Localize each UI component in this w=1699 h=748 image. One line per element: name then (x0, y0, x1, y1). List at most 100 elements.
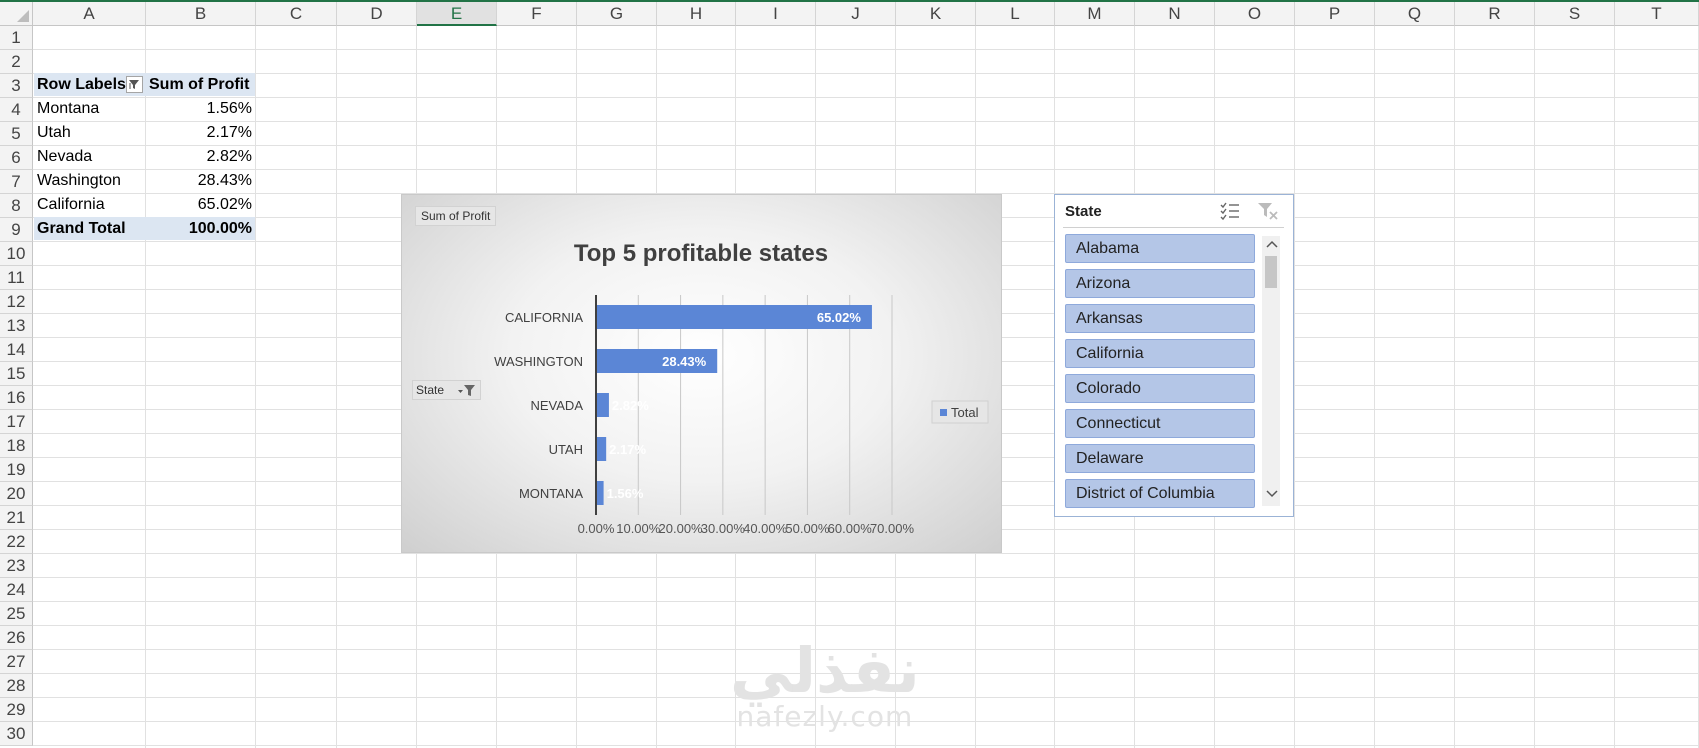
row-header-2[interactable]: 2 (0, 50, 33, 74)
row-header-4[interactable]: 4 (0, 98, 33, 122)
pivot-row-value[interactable]: 28.43% (146, 169, 255, 192)
column-header-r[interactable]: R (1455, 2, 1535, 26)
column-header-t[interactable]: T (1615, 2, 1699, 26)
select-all-corner[interactable] (0, 2, 33, 26)
column-header-a[interactable]: A (33, 2, 146, 26)
slicer-item[interactable]: California (1065, 339, 1255, 368)
column-header-k[interactable]: K (896, 2, 976, 26)
row-header-18[interactable]: 18 (0, 434, 33, 458)
row-header-1[interactable]: 1 (0, 26, 33, 50)
column-header-o[interactable]: O (1215, 2, 1295, 26)
scroll-up-icon[interactable] (1266, 240, 1278, 248)
row-header-22[interactable]: 22 (0, 530, 33, 554)
column-header-n[interactable]: N (1135, 2, 1215, 26)
pivot-row-value[interactable]: 2.82% (146, 145, 255, 168)
row-header-20[interactable]: 20 (0, 482, 33, 506)
slicer-item[interactable]: Colorado (1065, 374, 1255, 403)
row-header-8[interactable]: 8 (0, 194, 33, 218)
row-header-12[interactable]: 12 (0, 290, 33, 314)
column-gridline (1534, 26, 1535, 748)
row-header-5[interactable]: 5 (0, 122, 33, 146)
scroll-down-icon[interactable] (1266, 490, 1278, 498)
pivot-chart[interactable]: Sum of Profit State Top 5 profitable sta… (401, 194, 1002, 553)
x-tick-label: 0.00% (578, 521, 615, 536)
column-gridline (1294, 26, 1295, 748)
clear-filter-icon[interactable] (1257, 201, 1279, 221)
row-gridline (33, 49, 1699, 50)
slicer-item[interactable]: Arizona (1065, 269, 1255, 298)
pivot-row-label[interactable]: California (34, 193, 146, 216)
row-header-27[interactable]: 27 (0, 650, 33, 674)
row-header-7[interactable]: 7 (0, 170, 33, 194)
pivot-row-label[interactable]: Montana (34, 97, 146, 120)
column-header-q[interactable]: Q (1375, 2, 1455, 26)
column-header-i[interactable]: I (736, 2, 816, 26)
row-header-28[interactable]: 28 (0, 674, 33, 698)
pivot-grand-total-label[interactable]: Grand Total (34, 217, 146, 240)
row-header-21[interactable]: 21 (0, 506, 33, 530)
row-header-25[interactable]: 25 (0, 602, 33, 626)
column-header-e[interactable]: E (417, 2, 497, 26)
row-header-30[interactable]: 30 (0, 722, 33, 746)
slicer-item[interactable]: Arkansas (1065, 304, 1255, 333)
column-header-g[interactable]: G (577, 2, 657, 26)
slicer-scrollbar-thumb[interactable] (1265, 256, 1277, 288)
column-header-b[interactable]: B (146, 2, 256, 26)
row-gridline (33, 625, 1699, 626)
row-header-15[interactable]: 15 (0, 362, 33, 386)
legend-label: Total (951, 405, 979, 420)
row-header-9[interactable]: 9 (0, 218, 33, 242)
pivot-row-value[interactable]: 2.17% (146, 121, 255, 144)
multi-select-icon[interactable] (1219, 201, 1241, 221)
row-header-10[interactable]: 10 (0, 242, 33, 266)
x-tick-label: 60.00% (828, 521, 873, 536)
row-gridline (33, 121, 1699, 122)
column-header-p[interactable]: P (1295, 2, 1375, 26)
row-gridline (33, 145, 1699, 146)
column-header-s[interactable]: S (1535, 2, 1615, 26)
row-header-24[interactable]: 24 (0, 578, 33, 602)
column-header-c[interactable]: C (256, 2, 337, 26)
row-labels-filter-button[interactable] (126, 76, 143, 93)
column-header-m[interactable]: M (1055, 2, 1135, 26)
pivot-row-value[interactable]: 1.56% (146, 97, 255, 120)
filter-icon (129, 80, 139, 89)
pivot-row-value[interactable]: 65.02% (146, 193, 255, 216)
row-header-19[interactable]: 19 (0, 458, 33, 482)
legend-swatch (940, 409, 947, 416)
column-header-j[interactable]: J (816, 2, 896, 26)
row-header-29[interactable]: 29 (0, 698, 33, 722)
state-slicer[interactable]: State Alabama Arizona Arkansas California Co… (1054, 194, 1294, 517)
column-header-f[interactable]: F (497, 2, 577, 26)
pivot-header-sum-of-profit[interactable]: Sum of Profit (146, 73, 255, 96)
column-header-h[interactable]: H (657, 2, 736, 26)
row-gridline (33, 577, 1699, 578)
slicer-item[interactable]: Connecticut (1065, 409, 1255, 438)
x-tick-label: 70.00% (870, 521, 915, 536)
row-header-17[interactable]: 17 (0, 410, 33, 434)
row-header-16[interactable]: 16 (0, 386, 33, 410)
bar (597, 437, 607, 461)
watermark-latin: nafezly.com (736, 700, 914, 733)
pivot-row-label[interactable]: Nevada (34, 145, 146, 168)
row-header-11[interactable]: 11 (0, 266, 33, 290)
row-header-3[interactable]: 3 (0, 74, 33, 98)
slicer-item[interactable]: Delaware (1065, 444, 1255, 473)
column-header-l[interactable]: L (976, 2, 1055, 26)
pivot-header-row-labels-text: Row Labels (37, 76, 126, 93)
row-header-26[interactable]: 26 (0, 626, 33, 650)
column-header-d[interactable]: D (337, 2, 417, 26)
data-label: 65.02% (817, 310, 862, 325)
row-header-14[interactable]: 14 (0, 338, 33, 362)
row-header-13[interactable]: 13 (0, 314, 33, 338)
row-header-6[interactable]: 6 (0, 146, 33, 170)
x-tick-label: 10.00% (616, 521, 661, 536)
pivot-grand-total-value[interactable]: 100.00% (146, 217, 255, 240)
data-label: 2.82% (612, 398, 649, 413)
pivot-row-label[interactable]: Washington (34, 169, 146, 192)
row-header-23[interactable]: 23 (0, 554, 33, 578)
slicer-item[interactable]: Alabama (1065, 234, 1255, 263)
slicer-item[interactable]: District of Columbia (1065, 479, 1255, 508)
bar-chart-plot: Top 5 profitable states 0.00% 10.00%20.00%… (494, 240, 989, 536)
pivot-row-label[interactable]: Utah (34, 121, 146, 144)
